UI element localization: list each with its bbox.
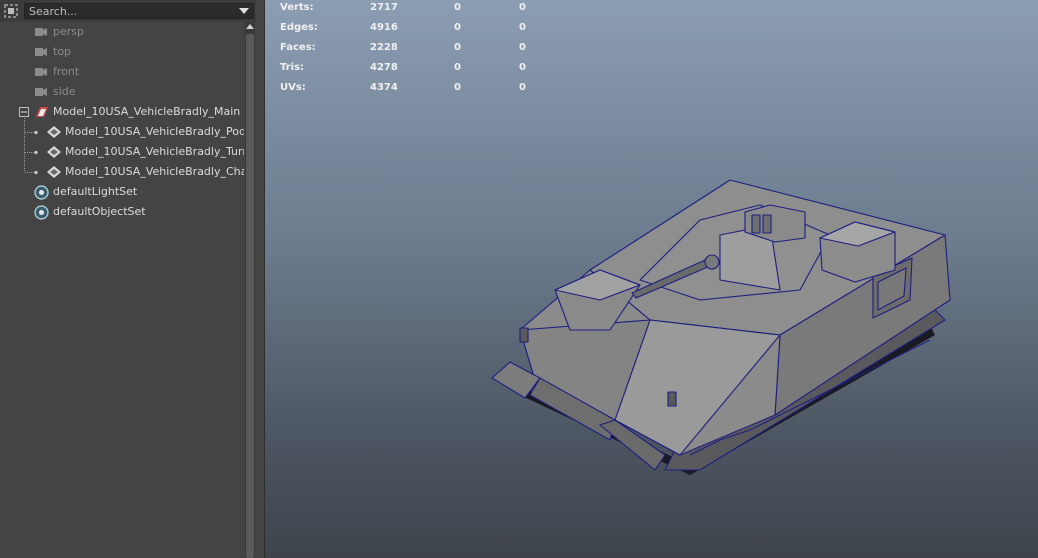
hud-row-edges: Edges: 4916 0 0 [280,20,540,40]
hud-value: 4916 [370,22,398,33]
outliner-item-top[interactable]: top [0,42,244,62]
collapse-minus-icon[interactable] [19,107,29,117]
search-field[interactable] [24,3,254,19]
hud-value: 0 [519,22,526,33]
outliner-panel: persp top front side [0,0,257,558]
scroll-up-arrow-icon[interactable] [246,24,254,29]
outliner-item-side[interactable]: side [0,82,244,102]
hud-value: 0 [519,62,526,73]
outliner-tree: persp top front side Model_10USA_Vehicle… [0,22,244,558]
3d-viewport[interactable]: Verts: 2717 0 0 Edges: 4916 0 0 Faces: 2… [265,0,1038,558]
hud-row-verts: Verts: 2717 0 0 [280,0,540,20]
mesh-icon [47,146,61,158]
search-input[interactable] [25,4,237,18]
outliner-item-front[interactable]: front [0,62,244,82]
outliner-search-bar [0,0,256,22]
outliner-item-pod[interactable]: Model_10USA_VehicleBradly_Pod [0,122,244,142]
outliner-item-label: Model_10USA_VehicleBradly_Pod [65,125,244,138]
scrollbar-thumb[interactable] [246,34,254,558]
outliner-item-label: side [53,85,76,98]
outliner-item-default-light-set[interactable]: defaultLightSet [0,182,244,202]
hud-row-faces: Faces: 2228 0 0 [280,40,540,60]
outliner-item-chassis[interactable]: Model_10USA_VehicleBradly_Chassis [0,162,244,182]
hud-value: 0 [519,82,526,93]
hud-value: 0 [454,2,461,13]
hud-value: 0 [454,82,461,93]
hud-row-tris: Tris: 4278 0 0 [280,60,540,80]
outliner-menu-icon[interactable] [3,3,19,19]
outliner-scrollbar[interactable] [245,22,255,558]
hud-value: 0 [519,42,526,53]
outliner-item-main-group[interactable]: Model_10USA_VehicleBradly_Main [0,102,244,122]
outliner-item-label: defaultObjectSet [53,205,146,218]
hud-value: 0 [454,42,461,53]
camera-icon [35,48,47,56]
hud-label: Tris: [280,62,305,73]
hud-label: Edges: [280,22,318,33]
camera-icon [35,28,47,36]
hud-value: 0 [454,62,461,73]
outliner-item-default-object-set[interactable]: defaultObjectSet [0,202,244,222]
hud-value: 2717 [370,2,398,13]
outliner-item-label: persp [53,25,84,38]
set-icon [34,185,49,200]
outliner-item-turret[interactable]: Model_10USA_VehicleBradly_Turret [0,142,244,162]
group-transform-icon [36,107,48,117]
hud-value: 0 [519,2,526,13]
outliner-item-label: Model_10USA_VehicleBradly_Turret [65,145,244,158]
hud-value: 2228 [370,42,398,53]
set-icon [34,205,49,220]
hud-label: UVs: [280,82,306,93]
search-dropdown-arrow-icon[interactable] [239,8,249,14]
outliner-item-label: Model_10USA_VehicleBradly_Chassis [65,165,244,178]
mesh-icon [47,166,61,178]
mesh-icon [47,126,61,138]
hud-label: Verts: [280,2,314,13]
outliner-item-label: Model_10USA_VehicleBradly_Main [53,105,241,118]
hud-value: 0 [454,22,461,33]
camera-icon [35,68,47,76]
hud-value: 4374 [370,82,398,93]
hud-label: Faces: [280,42,316,53]
panel-splitter[interactable] [256,0,265,558]
camera-icon [35,88,47,96]
outliner-item-persp[interactable]: persp [0,22,244,42]
hud-row-uvs: UVs: 4374 0 0 [280,80,540,100]
outliner-item-label: top [53,45,72,58]
hud-value: 4278 [370,62,398,73]
outliner-item-label: defaultLightSet [53,185,138,198]
outliner-item-label: front [53,65,80,78]
